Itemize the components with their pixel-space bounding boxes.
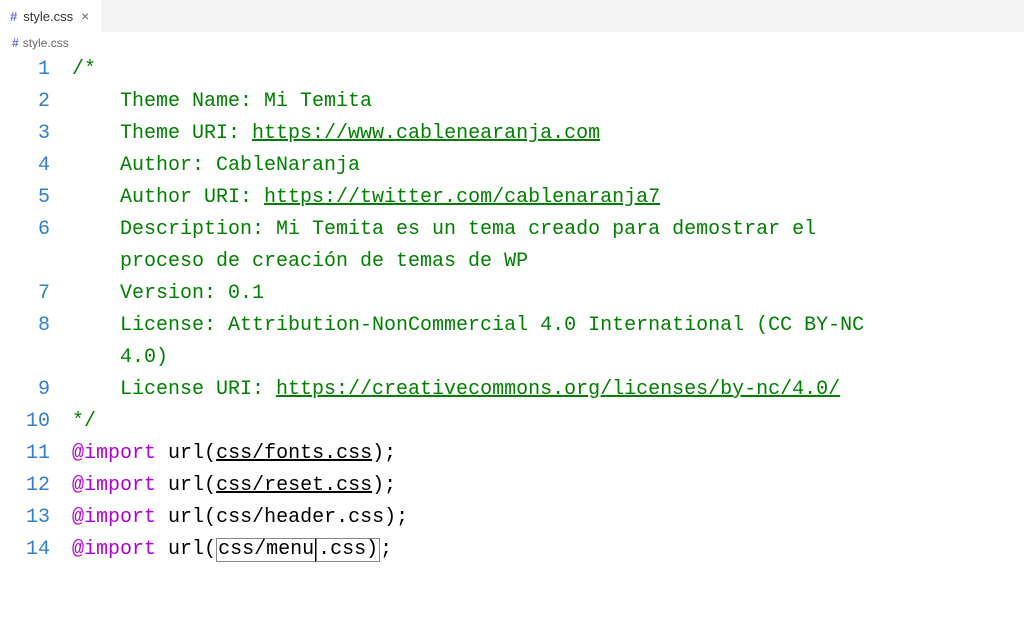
code-line-wrap[interactable]: proceso de creación de temas de WP (0, 246, 1024, 278)
comment-link[interactable]: https://creativecommons.org/licenses/by-… (276, 378, 840, 401)
url-path: css/reset.css (216, 474, 372, 497)
code-line[interactable]: 14 @import url(css/menu.css); (0, 534, 1024, 566)
code-line[interactable]: 6 Description: Mi Temita es un tema crea… (0, 214, 1024, 246)
tab-label: style.css (23, 9, 73, 24)
at-rule: @import (72, 442, 156, 465)
line-number: 1 (0, 54, 72, 86)
at-rule: @import (72, 538, 156, 561)
code-line[interactable]: 3 Theme URI: https://www.cablenearanja.c… (0, 118, 1024, 150)
comment-text: Theme Name: Mi Temita (120, 90, 372, 113)
comment-text: Author URI: (120, 186, 264, 209)
code-line[interactable]: 7 Version: 0.1 (0, 278, 1024, 310)
func-name: url (168, 538, 204, 561)
code-line[interactable]: 12 @import url(css/reset.css); (0, 470, 1024, 502)
line-number: 7 (0, 278, 72, 310)
comment-text: proceso de creación de temas de WP (120, 250, 528, 273)
comment-text: 4.0) (120, 346, 168, 369)
at-rule: @import (72, 506, 156, 529)
paren-open: ( (204, 474, 216, 497)
code-line[interactable]: 13 @import url(css/header.css); (0, 502, 1024, 534)
line-number: 9 (0, 374, 72, 406)
semicolon: ; (380, 538, 392, 561)
code-line[interactable]: 2 Theme Name: Mi Temita (0, 86, 1024, 118)
editing-selection: css/menu (216, 538, 316, 562)
code-line[interactable]: 1 /* (0, 54, 1024, 86)
at-rule: @import (72, 474, 156, 497)
url-path: css/menu (218, 538, 314, 561)
func-name: url (168, 506, 204, 529)
comment-close: */ (72, 410, 96, 433)
code-line[interactable]: 10 */ (0, 406, 1024, 438)
url-path: .css (318, 538, 366, 561)
line-number: 14 (0, 534, 72, 566)
comment-link[interactable]: https://www.cablenearanja.com (252, 122, 600, 145)
line-number: 3 (0, 118, 72, 150)
func-name: url (168, 474, 204, 497)
paren-close: ) (384, 506, 396, 529)
line-number: 13 (0, 502, 72, 534)
editing-selection: .css) (316, 538, 380, 562)
code-line[interactable]: 11 @import url(css/fonts.css); (0, 438, 1024, 470)
semicolon: ; (396, 506, 408, 529)
code-line[interactable]: 5 Author URI: https://twitter.com/cablen… (0, 182, 1024, 214)
semicolon: ; (384, 442, 396, 465)
breadcrumb-label: style.css (23, 36, 69, 50)
code-line[interactable]: 4 Author: CableNaranja (0, 150, 1024, 182)
css-file-icon: # (12, 36, 19, 50)
comment-text: Author: CableNaranja (120, 154, 360, 177)
url-path: css/fonts.css (216, 442, 372, 465)
code-editor[interactable]: 1 /* 2 Theme Name: Mi Temita 3 Theme URI… (0, 54, 1024, 566)
line-number: 11 (0, 438, 72, 470)
comment-text: Version: 0.1 (120, 282, 264, 305)
comment-link[interactable]: https://twitter.com/cablenaranja7 (264, 186, 660, 209)
code-line[interactable]: 9 License URI: https://creativecommons.o… (0, 374, 1024, 406)
code-line[interactable]: 8 License: Attribution-NonCommercial 4.0… (0, 310, 1024, 342)
code-line-wrap[interactable]: 4.0) (0, 342, 1024, 374)
func-name: url (168, 442, 204, 465)
paren-close: ) (372, 474, 384, 497)
semicolon: ; (384, 474, 396, 497)
comment-open: /* (72, 58, 96, 81)
paren-close: ) (366, 538, 378, 561)
line-number: 6 (0, 214, 72, 246)
breadcrumb[interactable]: # style.css (0, 32, 1024, 54)
tab-bar: # style.css × (0, 0, 1024, 32)
comment-text: License: Attribution-NonCommercial 4.0 I… (120, 314, 876, 337)
paren-close: ) (372, 442, 384, 465)
line-number: 4 (0, 150, 72, 182)
line-number: 2 (0, 86, 72, 118)
line-number: 8 (0, 310, 72, 342)
comment-text: Theme URI: (120, 122, 252, 145)
line-number: 10 (0, 406, 72, 438)
paren-open: ( (204, 506, 216, 529)
paren-open: ( (204, 442, 216, 465)
line-number: 5 (0, 182, 72, 214)
tab-style-css[interactable]: # style.css × (0, 0, 101, 32)
comment-text: Description: Mi Temita es un tema creado… (120, 218, 828, 241)
line-number: 12 (0, 470, 72, 502)
comment-text: License URI: (120, 378, 276, 401)
close-icon[interactable]: × (79, 8, 91, 24)
url-path: css/header.css (216, 506, 384, 529)
css-file-icon: # (10, 9, 17, 24)
paren-open: ( (204, 538, 216, 561)
